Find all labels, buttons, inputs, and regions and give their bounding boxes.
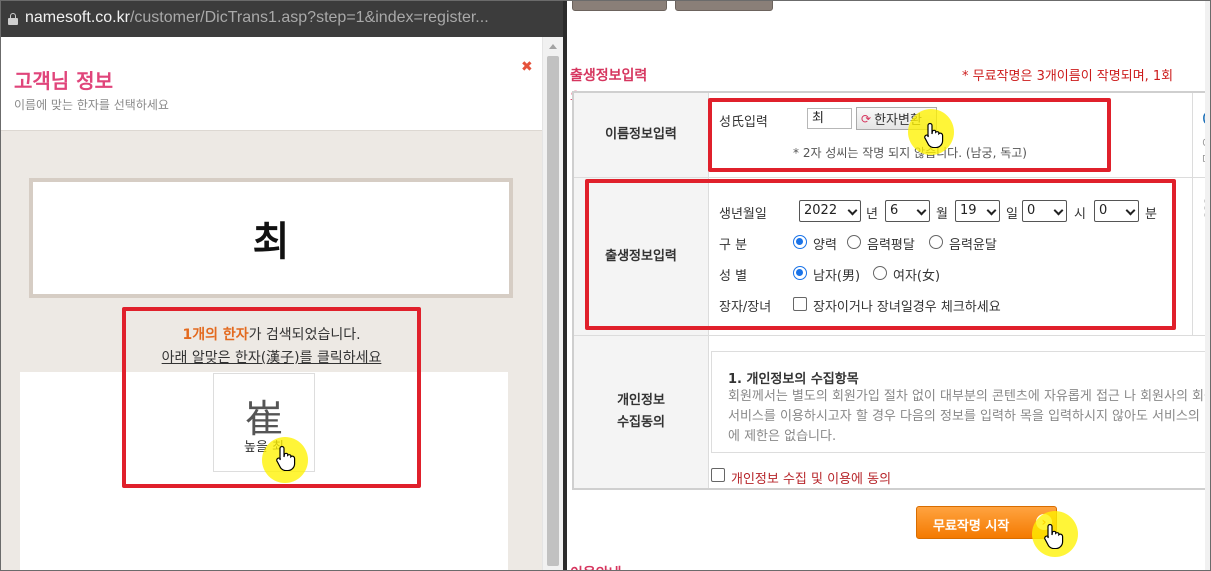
hour-select[interactable]: 0 [1022, 200, 1067, 222]
hour-value: 0 [1027, 203, 1036, 218]
birth-date-label: 생년월일 [719, 207, 767, 222]
refresh-icon: ⟳ [861, 111, 872, 126]
chevron-down-icon [916, 205, 927, 216]
calendar-lunar-leap-radio[interactable] [929, 235, 943, 249]
year-select[interactable]: 2022 [799, 200, 861, 222]
chevron-down-icon [1053, 205, 1064, 216]
result-suffix: 가 검색되었습니다. [248, 327, 361, 343]
address-bar-url[interactable]: namesoft.co.kr/customer/DicTrans1.asp?st… [25, 9, 489, 27]
hour-unit: 시 [1074, 207, 1086, 222]
hanja-character: 崔 [244, 397, 283, 441]
result-count: 1개의 한자 [182, 327, 249, 343]
consent-body: 회원께서는 별도의 회원가입 절차 없이 대부분의 콘텐츠에 자유롭게 접근 나… [728, 389, 1211, 444]
month-select[interactable]: 6 [885, 200, 930, 222]
calendar-solar-radio[interactable] [793, 235, 807, 249]
hand-cursor-icon [924, 122, 944, 148]
gender-female-radio[interactable] [873, 266, 887, 280]
month-unit: 월 [936, 207, 948, 222]
scrollbar-thumb[interactable] [547, 56, 559, 566]
calendar-label: 구 분 [719, 238, 748, 253]
surname-input[interactable]: 최 [807, 108, 852, 129]
selected-name-text: 최 [252, 219, 290, 265]
popup-scrollbar[interactable] [542, 37, 563, 570]
hanja-result-list: 崔 높을 최 [20, 372, 508, 570]
birth-row-label: 출생정보입력 [574, 178, 709, 335]
popup-content: 고객님 정보 이름에 맞는 한자를 선택하세요 ✖ 최 1개의 한자가 검색되었… [1, 37, 542, 570]
hand-cursor-icon [1044, 523, 1064, 549]
url-path: /customer/DicTrans1.asp?step=1&index=reg… [129, 9, 489, 26]
top-nav-button[interactable] [572, 1, 667, 11]
gender-male-radio[interactable] [793, 266, 807, 280]
surname-label: 성氏입력 [719, 115, 768, 130]
side-column-divider [1192, 93, 1193, 335]
consent-text-box[interactable]: 1. 개인정보의 수집항목 회원께서는 별도의 회원가입 절차 없이 대부분의 … [711, 351, 1211, 453]
consent-heading: 1. 개인정보의 수집항목 [728, 372, 859, 387]
month-value: 6 [890, 203, 899, 218]
day-unit: 일 [1006, 207, 1018, 222]
usage-guide-title: 이용안내 [570, 563, 622, 570]
minute-value: 0 [1099, 203, 1108, 218]
popup-title: 고객님 정보 [14, 69, 113, 93]
consent-checkbox[interactable] [711, 468, 725, 482]
name-row-label: 이름정보입력 [574, 93, 709, 177]
minute-unit: 분 [1145, 207, 1157, 222]
gender-option-label: 남자(男) [813, 269, 861, 284]
eldest-label: 장자/장녀 [719, 300, 772, 315]
screenshot-root: namesoft.co.kr/customer/DicTrans1.asp?st… [0, 0, 1211, 571]
minute-select[interactable]: 0 [1094, 200, 1139, 222]
eldest-checkbox-label: 장자이거나 장녀일경우 체크하세요 [813, 300, 1001, 315]
lock-icon [8, 13, 18, 25]
chevron-down-icon [1125, 205, 1136, 216]
scroll-up-arrow-icon[interactable] [549, 44, 557, 49]
year-unit: 년 [866, 207, 878, 222]
consent-agree-label: 개인정보 수집 및 이용에 동의 [731, 472, 892, 487]
day-value: 19 [960, 203, 977, 218]
gender-option-label: 여자(女) [893, 269, 941, 284]
start-button-label: 무료작명 시작 [933, 519, 1010, 534]
close-icon[interactable]: ✖ [521, 59, 533, 75]
click-instruction: 아래 알맞은 한자(漢子)를 클릭하세요 [161, 350, 382, 366]
popup-subtitle: 이름에 맞는 한자를 선택하세요 [14, 98, 169, 112]
address-bar[interactable]: namesoft.co.kr/customer/DicTrans1.asp?st… [1, 1, 563, 37]
chevron-down-icon [986, 205, 997, 216]
year-value: 2022 [804, 203, 838, 218]
chevron-down-icon [847, 205, 858, 216]
free-naming-notice: * 무료작명은 3개이름이 작명되며, 1회 [962, 69, 1174, 84]
consent-label-line2: 수집동의 [617, 415, 665, 430]
hanja-popup-window: namesoft.co.kr/customer/DicTrans1.asp?st… [1, 1, 563, 570]
calendar-option-label: 양력 [813, 238, 837, 253]
calendar-lunar-radio[interactable] [847, 235, 861, 249]
naming-form-page: 출생정보입력 요 * 무료작명은 3개이름이 작명되며, 1회 이름정보입력 출… [567, 1, 1211, 570]
search-result-message: 1개의 한자가 검색되었습니다. [1, 324, 542, 344]
day-select[interactable]: 19 [955, 200, 1000, 222]
url-host: namesoft.co.kr [25, 9, 130, 26]
selected-name-display: 최 [29, 178, 513, 298]
calendar-option-label: 음력윤달 [949, 238, 997, 253]
hand-cursor-icon [276, 445, 296, 471]
section-title: 출생정보입력 [570, 68, 648, 84]
gender-label: 성 별 [719, 269, 748, 284]
consent-row-label: 개인정보 수집동의 [574, 336, 709, 488]
top-nav-button[interactable] [675, 1, 773, 11]
consent-label-line1: 개인정보 [617, 393, 665, 408]
surname-note: * 2자 성씨는 작명 되지 않습니다. (남궁, 독고) [793, 146, 1027, 160]
popup-header: 고객님 정보 이름에 맞는 한자를 선택하세요 ✖ [1, 37, 542, 131]
page-scrollbar[interactable] [1205, 1, 1210, 570]
calendar-option-label: 음력평달 [867, 238, 915, 253]
eldest-checkbox[interactable] [793, 297, 807, 311]
